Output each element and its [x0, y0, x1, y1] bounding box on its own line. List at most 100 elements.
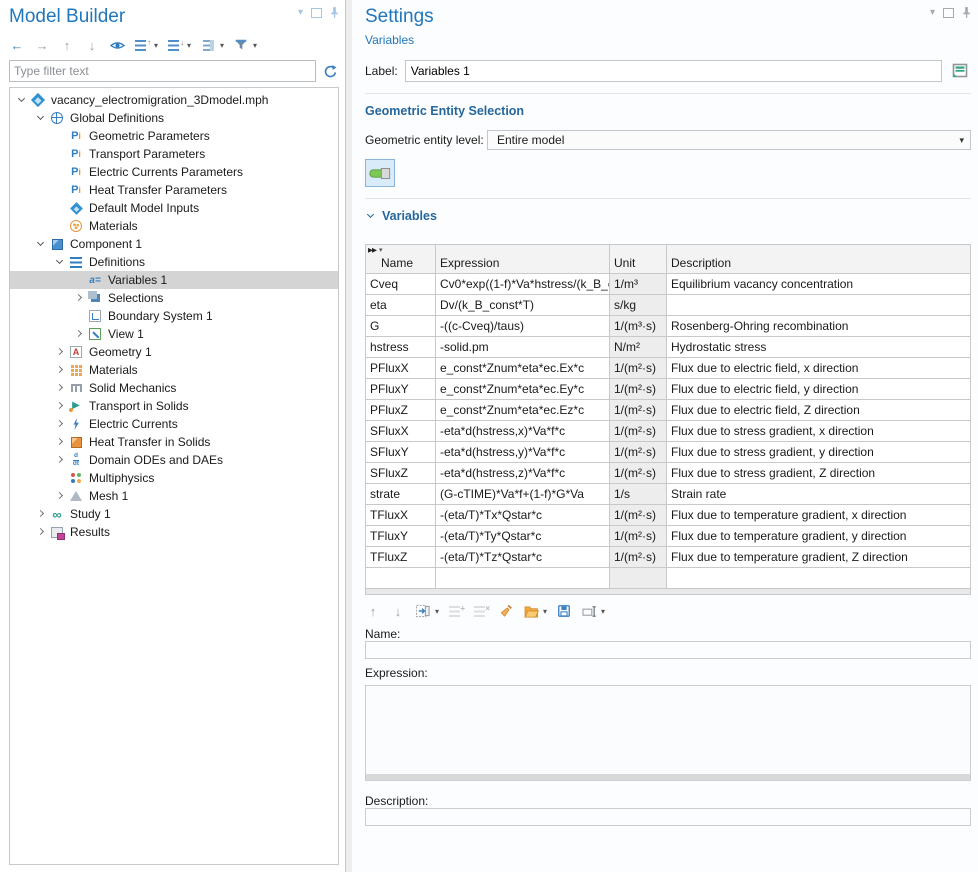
tree-item-variables-1[interactable]: a=Variables 1	[10, 271, 338, 289]
panel-menu-icon[interactable]: ▾	[298, 8, 303, 18]
variable-expression-cell[interactable]: -(eta/T)*Tx*Qstar*c	[436, 505, 610, 526]
clear-button[interactable]	[498, 603, 514, 619]
forward-arrow-button[interactable]: →	[34, 37, 50, 53]
tree-item-transport-parameters[interactable]: PiTransport Parameters	[10, 145, 338, 163]
variable-name-cell[interactable]: TFluxZ	[366, 547, 436, 568]
tree-item-materials[interactable]: Materials	[10, 361, 338, 379]
variable-expression-cell[interactable]: -(eta/T)*Tz*Qstar*c	[436, 547, 610, 568]
tree-item-electric-currents-parameters[interactable]: PiElectric Currents Parameters	[10, 163, 338, 181]
variable-description-cell[interactable]	[667, 295, 971, 316]
variable-description-cell[interactable]: Equilibrium vacancy concentration	[667, 274, 971, 295]
back-arrow-button[interactable]: ←	[9, 37, 25, 53]
delete-row-button[interactable]: ×	[473, 603, 489, 619]
column-header-name[interactable]: ▶▶▾Name	[366, 245, 436, 274]
float-window-icon[interactable]	[943, 8, 954, 18]
tree-collapsed-chevron-icon[interactable]	[54, 454, 67, 466]
label-form-icon-button[interactable]	[949, 60, 971, 82]
tree-item-materials[interactable]: Materials	[10, 217, 338, 235]
tree-item-definitions[interactable]: Definitions	[10, 253, 338, 271]
variable-name-cell[interactable]: eta	[366, 295, 436, 316]
variable-description-cell[interactable]: Hydrostatic stress	[667, 337, 971, 358]
variable-description-cell[interactable]: Rosenberg-Ohring recombination	[667, 316, 971, 337]
variable-expression-cell[interactable]: -(eta/T)*Ty*Qstar*c	[436, 526, 610, 547]
tree-expanded-chevron-icon[interactable]	[35, 112, 48, 124]
settings-breadcrumb[interactable]: Variables	[365, 33, 414, 47]
variable-name-cell[interactable]: SFluxY	[366, 442, 436, 463]
tree-collapsed-chevron-icon[interactable]	[54, 364, 67, 376]
save-button[interactable]	[556, 603, 572, 619]
expand-all-button[interactable]: ↑▾	[134, 37, 158, 53]
variable-name-cell[interactable]: SFluxX	[366, 421, 436, 442]
tree-item-selections[interactable]: Selections	[10, 289, 338, 307]
variable-name-cell[interactable]: SFluxZ	[366, 463, 436, 484]
variable-name-cell[interactable]: TFluxY	[366, 526, 436, 547]
tree-item-electric-currents[interactable]: Electric Currents	[10, 415, 338, 433]
tree-item-domain-odes-and-daes[interactable]: ddtDomain ODEs and DAEs	[10, 451, 338, 469]
variable-description-cell[interactable]: Flux due to stress gradient, y direction	[667, 442, 971, 463]
variable-expression-cell[interactable]	[436, 568, 610, 589]
variable-description-cell[interactable]: Flux due to temperature gradient, y dire…	[667, 526, 971, 547]
tree-item-study-1[interactable]: ∞Study 1	[10, 505, 338, 523]
active-selection-toggle-button[interactable]	[365, 159, 395, 187]
load-button[interactable]: ▾	[523, 603, 547, 619]
variable-name-cell[interactable]: PFluxX	[366, 358, 436, 379]
variable-name-cell[interactable]: PFluxY	[366, 379, 436, 400]
move-to-button[interactable]: ▾	[415, 603, 439, 619]
tree-collapsed-chevron-icon[interactable]	[73, 292, 86, 304]
variable-expression-cell[interactable]: e_const*Znum*eta*ec.Ex*c	[436, 358, 610, 379]
move-down-button[interactable]: ↓	[84, 37, 100, 53]
variable-description-cell[interactable]	[667, 568, 971, 589]
variable-description-cell[interactable]: Flux due to stress gradient, x direction	[667, 421, 971, 442]
variable-name-cell[interactable]: strate	[366, 484, 436, 505]
name-input[interactable]	[365, 641, 971, 659]
node-text-button[interactable]: ▾	[200, 37, 224, 53]
variable-expression-cell[interactable]: -((c-Cveq)/taus)	[436, 316, 610, 337]
variable-name-cell[interactable]: Cveq	[366, 274, 436, 295]
variable-name-cell[interactable]: PFluxZ	[366, 400, 436, 421]
tree-collapsed-chevron-icon[interactable]	[54, 436, 67, 448]
pin-icon[interactable]	[330, 6, 339, 19]
tree-item-geometry-1[interactable]: AGeometry 1	[10, 343, 338, 361]
tree-expanded-chevron-icon[interactable]	[35, 238, 48, 250]
variable-expression-cell[interactable]: e_const*Znum*eta*ec.Ez*c	[436, 400, 610, 421]
variable-expression-cell[interactable]: -eta*d(hstress,x)*Va*f*c	[436, 421, 610, 442]
collapse-all-button[interactable]: ↓▾	[167, 37, 191, 53]
column-header-expression[interactable]: Expression	[436, 245, 610, 274]
expression-textarea[interactable]	[365, 685, 971, 781]
move-up-button[interactable]: ↑	[365, 603, 381, 619]
tree-collapsed-chevron-icon[interactable]	[54, 346, 67, 358]
tree-expanded-chevron-icon[interactable]	[16, 94, 29, 106]
variable-name-cell[interactable]	[366, 568, 436, 589]
tree-item-geometric-parameters[interactable]: PiGeometric Parameters	[10, 127, 338, 145]
tree-item-heat-transfer-in-solids[interactable]: Heat Transfer in Solids	[10, 433, 338, 451]
variable-expression-cell[interactable]: Dv/(k_B_const*T)	[436, 295, 610, 316]
tree-expanded-chevron-icon[interactable]	[54, 256, 67, 268]
variable-description-cell[interactable]: Strain rate	[667, 484, 971, 505]
column-header-unit[interactable]: Unit	[610, 245, 667, 274]
variable-description-cell[interactable]: Flux due to temperature gradient, x dire…	[667, 505, 971, 526]
tree-item-heat-transfer-parameters[interactable]: PiHeat Transfer Parameters	[10, 181, 338, 199]
variable-description-cell[interactable]: Flux due to stress gradient, Z direction	[667, 463, 971, 484]
tree-collapsed-chevron-icon[interactable]	[35, 508, 48, 520]
variable-expression-cell[interactable]: (G-cTIME)*Va*f+(1-f)*G*Va	[436, 484, 610, 505]
tree-item-component-1[interactable]: Component 1	[10, 235, 338, 253]
tree-item-multiphysics[interactable]: Multiphysics	[10, 469, 338, 487]
tree-item-solid-mechanics[interactable]: Solid Mechanics	[10, 379, 338, 397]
variable-description-cell[interactable]: Flux due to temperature gradient, Z dire…	[667, 547, 971, 568]
variable-name-cell[interactable]: G	[366, 316, 436, 337]
tree-item-default-model-inputs[interactable]: Default Model Inputs	[10, 199, 338, 217]
add-row-button[interactable]: +	[448, 603, 464, 619]
variable-expression-cell[interactable]: -eta*d(hstress,y)*Va*f*c	[436, 442, 610, 463]
column-header-description[interactable]: Description	[667, 245, 971, 274]
tree-collapsed-chevron-icon[interactable]	[73, 328, 86, 340]
variable-expression-cell[interactable]: -eta*d(hstress,z)*Va*f*c	[436, 463, 610, 484]
panel-menu-icon[interactable]: ▾	[930, 8, 935, 18]
show-button[interactable]	[109, 37, 125, 53]
variable-expression-cell[interactable]: e_const*Znum*eta*ec.Ey*c	[436, 379, 610, 400]
label-input[interactable]	[405, 60, 942, 82]
description-input[interactable]	[365, 808, 971, 826]
filter-input[interactable]	[9, 60, 316, 82]
variable-description-cell[interactable]: Flux due to electric field, Z direction	[667, 400, 971, 421]
tree-collapsed-chevron-icon[interactable]	[54, 382, 67, 394]
variable-expression-cell[interactable]: Cv0*exp((1-f)*Va*hstress/(k_B_const*T))	[436, 274, 610, 295]
